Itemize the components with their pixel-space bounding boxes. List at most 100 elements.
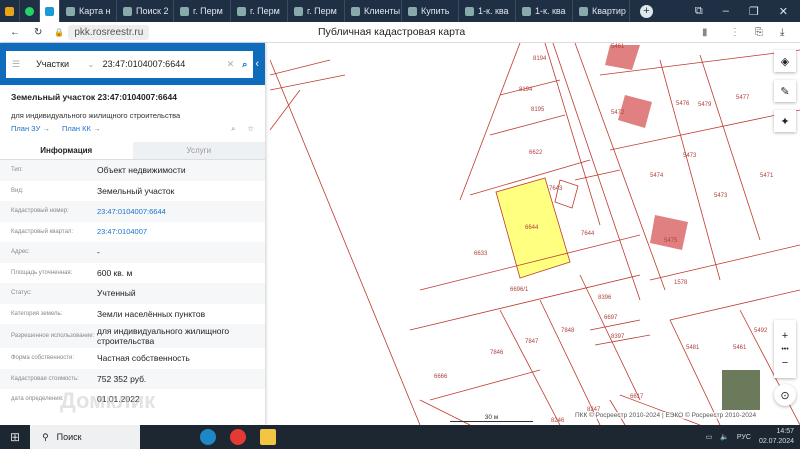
parcel-label[interactable]: 5461	[611, 44, 625, 50]
info-row: Кадастровый квартал: 23:47:0104007	[0, 222, 265, 243]
parcel-label[interactable]: 5461	[733, 345, 747, 351]
network-icon[interactable]: ▭	[706, 433, 713, 441]
windows-start-icon[interactable]: ⊞	[10, 430, 20, 444]
star-icon[interactable]: ☆	[247, 124, 254, 134]
taskbar-search[interactable]: ⚲ Поиск	[30, 425, 141, 449]
tab-title: 1-к. ква	[478, 6, 509, 16]
tab-rosreestr[interactable]	[40, 0, 60, 22]
zoom-to-icon[interactable]: ⌕	[231, 124, 235, 134]
browser-tab[interactable]: Купить	[402, 0, 459, 22]
parcel-label[interactable]: 8397	[611, 334, 625, 340]
parcel-label[interactable]: 5474	[650, 173, 664, 179]
info-label: Адрес:	[11, 249, 30, 256]
menu-icon[interactable]: ⋮	[730, 27, 740, 38]
zoom-more-icon[interactable]: •••	[781, 346, 788, 353]
parcel-label[interactable]: 6617	[630, 394, 644, 400]
browser-tab[interactable]: г. Перм	[231, 0, 288, 22]
download-icon[interactable]: ⤓	[780, 27, 784, 38]
edge-icon[interactable]	[200, 429, 217, 445]
parcel-label[interactable]: 5477	[736, 95, 750, 101]
zoom-in-button[interactable]: +	[782, 330, 788, 342]
browser-tab[interactable]: Квартир	[573, 0, 630, 22]
file-explorer-icon[interactable]	[260, 429, 277, 445]
parcel-label[interactable]: 7846	[490, 350, 504, 356]
browser-tab[interactable]: Карта н	[60, 0, 117, 22]
parcel-label[interactable]: 5471	[760, 173, 774, 179]
tab-title: Карта н	[79, 6, 111, 16]
parcel-label[interactable]: 8194	[533, 56, 547, 62]
parcel-label[interactable]: 1578	[674, 280, 688, 286]
tab-services[interactable]: Услуги	[132, 142, 265, 159]
parcel-label[interactable]: 6666	[434, 374, 448, 380]
parcel-label[interactable]: 5476	[676, 101, 690, 107]
clear-icon[interactable]: ✕	[227, 59, 235, 70]
locate-button[interactable]: ✦	[774, 110, 796, 132]
plan-zu-link[interactable]: План ЗУ →	[11, 124, 50, 134]
parcel-label[interactable]: 8396	[598, 295, 612, 301]
tab-title: Клиенты	[364, 6, 401, 16]
parcel-label[interactable]: 5479	[698, 102, 712, 108]
browser-tab[interactable]: 1-к. ква	[516, 0, 573, 22]
parcel-label[interactable]: 5492	[754, 328, 768, 334]
zoom-out-button[interactable]: −	[782, 357, 788, 369]
info-value[interactable]: 23:47:0104007	[97, 227, 265, 236]
parcel-label[interactable]: 8246	[551, 418, 565, 424]
browser-tab[interactable]: г. Перм	[288, 0, 345, 22]
bookmark-icon[interactable]: ▮	[702, 27, 708, 38]
browser-tab[interactable]: 1-к. ква	[459, 0, 516, 22]
url-field[interactable]: pkk.rosreestr.ru	[68, 24, 150, 40]
parcel-label[interactable]: 7644	[581, 231, 595, 237]
measure-button[interactable]: ✎	[774, 80, 796, 102]
parcel-label[interactable]: 6697	[604, 315, 618, 321]
parcel-label[interactable]: 6622	[529, 150, 543, 156]
new-tab-button[interactable]: +	[640, 4, 653, 18]
parcel-label[interactable]: 7643	[549, 186, 563, 192]
parcel-label[interactable]: 5472	[611, 110, 625, 116]
search-type-select[interactable]: Участки	[36, 59, 69, 69]
maximize-button[interactable]: ❐	[749, 5, 759, 18]
geolocation-button[interactable]: ⊙	[774, 384, 796, 406]
parcel-label[interactable]: 5475	[664, 238, 678, 244]
search-bar: ☰ Участки ⌄ 23:47:0104007:6644 ✕ ⌕ ‹	[0, 43, 265, 85]
yandex-browser-icon[interactable]	[230, 429, 247, 445]
plan-kk-link[interactable]: План КК →	[62, 124, 101, 134]
collapse-panel-icon[interactable]: ‹	[255, 58, 259, 70]
satellite-thumbnail[interactable]	[722, 370, 760, 410]
browser-tab[interactable]: Поиск 2	[117, 0, 174, 22]
browser-tab[interactable]: г. Перм	[174, 0, 231, 22]
page-title: Публичная кадастровая карта	[318, 26, 466, 38]
layers-button[interactable]: ◈	[774, 50, 796, 72]
info-value[interactable]: 23:47:0104007:6644	[97, 207, 265, 216]
search-icon[interactable]: ⌕	[242, 59, 247, 70]
info-label: Разрешенное использование:	[11, 333, 95, 339]
menu-icon[interactable]: ☰	[12, 59, 20, 70]
collections-icon[interactable]: ⎘	[755, 27, 763, 38]
back-icon[interactable]: ←	[10, 27, 20, 38]
parcel-label[interactable]: 6633	[474, 251, 488, 257]
language-indicator[interactable]: РУС	[737, 434, 751, 441]
parcel-label[interactable]: 6644	[525, 225, 539, 231]
minimize-button[interactable]: –	[723, 5, 729, 18]
close-button[interactable]: ✕	[779, 5, 788, 18]
reload-icon[interactable]: ↻	[34, 27, 42, 38]
clock[interactable]: 14:57 02.07.2024	[759, 427, 794, 447]
parcel-label[interactable]: 5481	[686, 345, 700, 351]
parcel-label[interactable]: 5473	[714, 193, 728, 199]
info-label: Кадастровый квартал:	[11, 228, 74, 235]
tab-mail[interactable]	[0, 0, 20, 22]
parcel-label[interactable]: 8194	[519, 87, 533, 93]
parcel-label[interactable]: 6696/1	[510, 287, 529, 293]
parcel-label[interactable]: 7848	[561, 328, 575, 334]
volume-icon[interactable]: 🔈	[720, 433, 729, 441]
browser-tab[interactable]: Клиенты	[345, 0, 402, 22]
parcel-label[interactable]: 5473	[683, 153, 697, 159]
search-input[interactable]: 23:47:0104007:6644	[103, 59, 219, 69]
parcel-label[interactable]: 8195	[531, 107, 545, 113]
tab-info[interactable]: Информация	[0, 142, 133, 159]
tab-whatsapp[interactable]	[20, 0, 40, 22]
tab-actions-icon[interactable]: ⧉	[695, 5, 703, 18]
parcel-label[interactable]: 7847	[525, 339, 539, 345]
cadastral-map[interactable]: 8194 8194 8195 6622 6644 7643 7644 6633 6696/1 83…	[270, 43, 800, 425]
chevron-down-icon[interactable]: ⌄	[87, 59, 95, 70]
info-value: Объект недвижимости	[97, 165, 186, 176]
